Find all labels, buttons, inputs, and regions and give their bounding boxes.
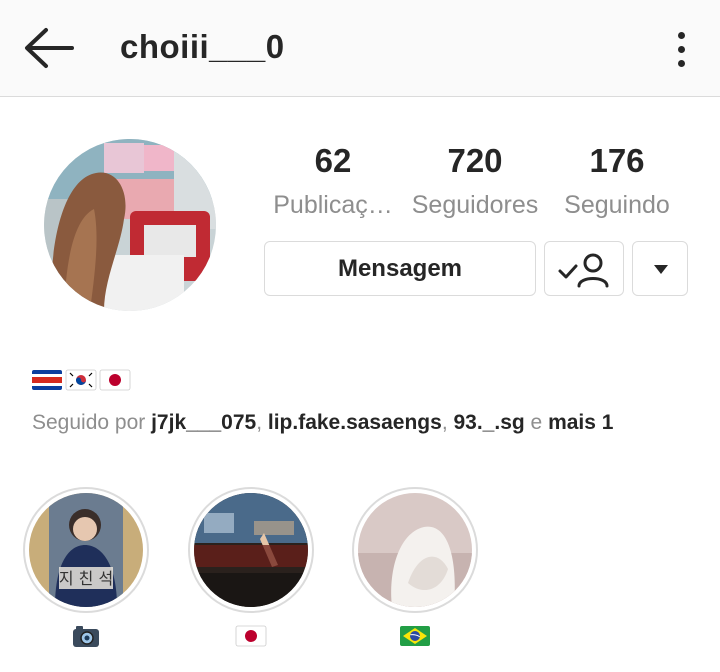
highlight-cover xyxy=(358,493,472,607)
highlight-cover xyxy=(194,493,308,607)
highlight-ring xyxy=(352,487,478,613)
followers-label: Seguidores xyxy=(411,191,539,219)
south-korea-flag-icon xyxy=(65,369,97,391)
followed-by-text[interactable]: Seguido por j7jk___075, lip.fake.sasaeng… xyxy=(32,411,613,435)
followers-number: 720 xyxy=(447,142,503,179)
bio-flags xyxy=(31,366,131,396)
highlight-ring xyxy=(188,487,314,613)
story-highlight[interactable] xyxy=(351,487,479,650)
follower-link[interactable]: 93._.sg xyxy=(453,411,524,434)
highlight-cover: 지 친 석 xyxy=(29,493,143,607)
conjunction: e xyxy=(524,411,549,434)
following-number: 176 xyxy=(589,142,645,179)
followed-by-prefix: Seguido por xyxy=(32,411,152,434)
followers-count[interactable]: 720 Seguidores xyxy=(404,142,546,220)
profile-username: choiii___0 xyxy=(120,28,285,65)
svg-text:지 친 석: 지 친 석 xyxy=(59,569,113,588)
japan-flag-icon xyxy=(235,625,267,647)
follower-link[interactable]: j7jk___075 xyxy=(151,411,256,434)
person-check-icon xyxy=(558,253,609,288)
suggestions-dropdown-button[interactable] xyxy=(632,241,688,296)
follower-link[interactable]: lip.fake.sasaengs xyxy=(268,411,442,434)
more-followers-link[interactable]: mais 1 xyxy=(548,411,613,434)
posts-count[interactable]: 62 Publicaç… xyxy=(262,142,404,220)
message-button[interactable]: Mensagem xyxy=(264,241,536,296)
avatar[interactable] xyxy=(44,139,216,311)
top-app-bar: choiii___0 xyxy=(0,0,720,97)
following-count[interactable]: 176 Seguindo xyxy=(554,142,680,220)
story-highlight[interactable]: 지 친 석 xyxy=(22,487,150,650)
more-options-icon[interactable] xyxy=(668,30,696,70)
following-label: Seguindo xyxy=(564,191,670,219)
story-highlight[interactable] xyxy=(187,487,315,650)
posts-label: Publicaç… xyxy=(273,191,393,219)
separator: , xyxy=(256,411,268,434)
posts-number: 62 xyxy=(314,142,352,179)
separator: , xyxy=(441,411,454,434)
caret-down-icon xyxy=(654,265,668,274)
camera-icon xyxy=(73,626,99,647)
back-arrow-icon[interactable] xyxy=(22,26,74,70)
highlight-ring: 지 친 석 xyxy=(23,487,149,613)
costa-rica-flag-icon xyxy=(32,370,62,390)
japan-flag-icon xyxy=(99,369,131,391)
following-toggle-button[interactable] xyxy=(544,241,624,296)
brazil-flag-icon xyxy=(400,626,430,646)
